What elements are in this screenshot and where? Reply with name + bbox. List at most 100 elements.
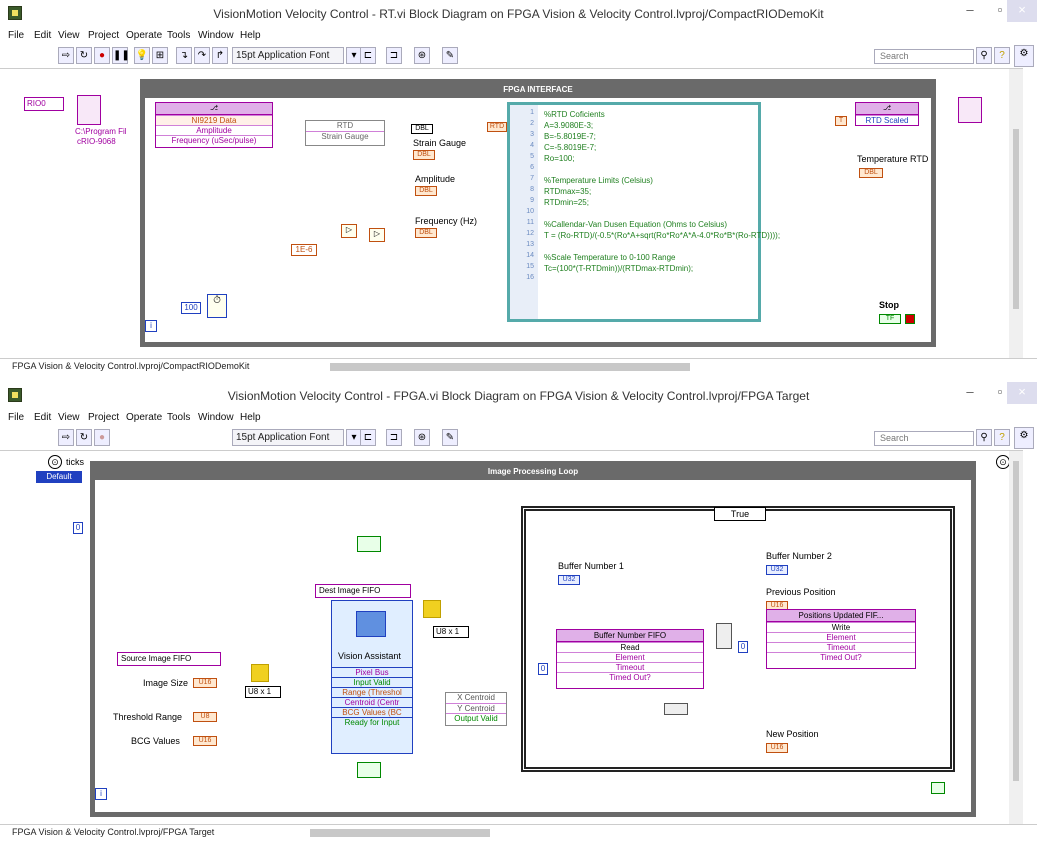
mathscript-code[interactable]: %RTD Coficients A=3.9080E-3; B=-5.8019E-7;… [544,109,780,285]
va-centroid[interactable]: Centroid (Centr [332,697,412,707]
reorder-icon[interactable]: ⊛ [414,429,430,446]
centroid-unbundle[interactable]: X Centroid Y Centroid Output Valid [445,692,507,726]
rio-resource-control[interactable]: RIO0 [24,97,64,111]
unbundle-by-name[interactable]: RTD Strain Gauge [305,120,385,146]
va-input-valid[interactable]: Input Valid [332,677,412,687]
step-out-icon[interactable]: ↱ [212,47,228,64]
step-over-icon[interactable]: ↷ [194,47,210,64]
build-array-icon[interactable] [716,623,732,649]
vi-icon[interactable]: ⚙ [1014,45,1034,67]
code-line[interactable]: %Temperature Limits (Celsius) [544,175,780,186]
search-icon[interactable]: ⚲ [976,47,992,64]
code-line[interactable] [544,208,780,219]
reorder-icon[interactable]: ⊛ [414,47,430,64]
unbundle-strain-gauge[interactable]: Strain Gauge [306,131,384,141]
source-image-fifo[interactable]: Source Image FIFO [117,652,221,666]
rtd-input-term[interactable]: RTD [487,122,507,132]
resize-icon[interactable]: ⊐ [386,429,402,446]
case-structure[interactable]: True Buffer Number 1 U32 Buffer Number 2… [521,506,955,772]
dest-image-fifo[interactable]: Dest Image FIFO [315,584,411,598]
ticks-default-control[interactable]: Default [36,471,82,483]
run-arrow-icon[interactable]: ⇨ [58,47,74,64]
run-arrow-icon[interactable]: ⇨ [58,429,74,446]
resize-icon[interactable]: ⊐ [386,47,402,64]
menu-help[interactable]: Help [240,412,261,423]
buffer-shift-const[interactable]: 0 [73,522,83,534]
menu-operate[interactable]: Operate [126,412,162,423]
bundle-icon[interactable] [664,703,688,715]
feedback-node-bottom[interactable] [357,762,381,778]
feedback-node-top[interactable] [357,536,381,552]
threshold-range-control[interactable]: U8 [193,712,217,722]
open-fpga-ref-icon[interactable] [77,95,101,125]
buffer1-indicator[interactable]: U32 [558,575,580,585]
horizontal-scroll-thumb[interactable] [310,829,490,837]
buffer-timeout-const[interactable]: 0 [538,663,548,675]
strain-gauge-indicator[interactable]: DBL [413,150,435,160]
ticks-clock-icon[interactable]: ⊙ [48,455,62,469]
write-node[interactable]: ⎇ RTD Scaled [855,102,919,126]
new-position-indicator[interactable]: U16 [766,743,788,753]
va-ready[interactable]: Ready for Input [332,717,412,727]
menu-operate[interactable]: Operate [126,30,162,41]
code-line[interactable]: C=-5.8019E-7; [544,142,780,153]
menu-project[interactable]: Project [88,30,119,41]
block-diagram-canvas[interactable]: ⊙ ticks Default ⊙ Image Processing Loop … [0,450,1023,825]
code-line[interactable] [544,241,780,252]
case-selector[interactable]: True [714,507,766,521]
vertical-scrollbar[interactable] [1009,451,1023,825]
code-line[interactable]: B=-5.8019E-7; [544,131,780,142]
amplitude-indicator[interactable]: DBL [415,186,437,196]
const-1e6[interactable]: 1E-6 [291,244,317,256]
menu-file[interactable]: File [8,30,24,41]
minimize-button[interactable]: – [955,0,985,22]
code-line[interactable] [544,274,780,285]
positions-timeout-const[interactable]: 0 [738,641,748,653]
search-input[interactable]: Search [874,49,974,64]
menu-view[interactable]: View [58,412,80,423]
va-pixel-bus[interactable]: Pixel Bus [332,667,412,677]
buffer-number-fifo[interactable]: Buffer Number FIFO Read Element Timeout … [556,629,704,689]
code-line[interactable]: T = (Ro-RTD)/(-0.5*(Ro*A+sqrt(Ro*Ro*A*A-… [544,230,780,241]
dest-u8x1-select[interactable]: U8 x 1 [433,626,469,638]
x-centroid[interactable]: X Centroid [446,693,506,703]
read-write-node[interactable]: ⎇ NI9219 Data Amplitude Frequency (uSec/… [155,102,273,148]
fpga-interface-loop[interactable]: FPGA INTERFACE ⎇ NI9219 Data Amplitude F… [140,79,936,347]
cleanup-icon[interactable]: ✎ [442,429,458,446]
unbundle-rtd[interactable]: RTD [306,121,384,131]
search-icon[interactable]: ⚲ [976,429,992,446]
source-fifo-read-icon[interactable] [251,664,269,682]
vertical-scroll-thumb[interactable] [1013,129,1019,309]
close-button[interactable]: × [1007,0,1037,22]
va-range[interactable]: Range (Threshol [332,687,412,697]
buffer2-indicator[interactable]: U32 [766,565,788,575]
menu-edit[interactable]: Edit [34,30,51,41]
cleanup-icon[interactable]: ✎ [442,47,458,64]
minimize-button[interactable]: – [955,382,985,404]
source-u8x1-select[interactable]: U8 x 1 [245,686,281,698]
dbl-indicator[interactable]: DBL [411,124,433,134]
code-line[interactable]: %RTD Coficients [544,109,780,120]
menu-tools[interactable]: Tools [167,30,190,41]
menu-tools[interactable]: Tools [167,412,190,423]
dest-fifo-write-icon[interactable] [423,600,441,618]
buffer-fifo-element[interactable]: Element [557,652,703,662]
pause-icon[interactable]: ❚❚ [112,47,130,64]
vi-icon[interactable]: ⚙ [1014,427,1034,449]
help-icon[interactable]: ? [994,429,1010,446]
read-item-ni9219[interactable]: NI9219 Data [156,115,272,125]
tc-term[interactable]: T [835,116,847,126]
abort-icon[interactable]: ● [94,429,110,446]
positions-fifo-timedout[interactable]: Timed Out? [767,652,915,662]
code-line[interactable]: RTDmax=35; [544,186,780,197]
code-line[interactable]: A=3.9080E-3; [544,120,780,131]
y-centroid[interactable]: Y Centroid [446,703,506,713]
block-diagram-canvas[interactable]: RIO0 C:\Program Fil cRIO-9068 FPGA INTER… [0,68,1023,359]
image-processing-loop[interactable]: Image Processing Loop True Buffer Number… [73,461,976,817]
stop-button[interactable]: TF [879,314,901,324]
positions-fifo-timeout[interactable]: Timeout [767,642,915,652]
output-valid[interactable]: Output Valid [446,713,506,723]
menu-project[interactable]: Project [88,412,119,423]
mathscript-node[interactable]: 1 2 3 4 5 6 7 8 9 10 11 12 13 14 15 16 %RTD Coficients A… [507,102,780,322]
loop-condition-icon[interactable] [931,782,945,794]
